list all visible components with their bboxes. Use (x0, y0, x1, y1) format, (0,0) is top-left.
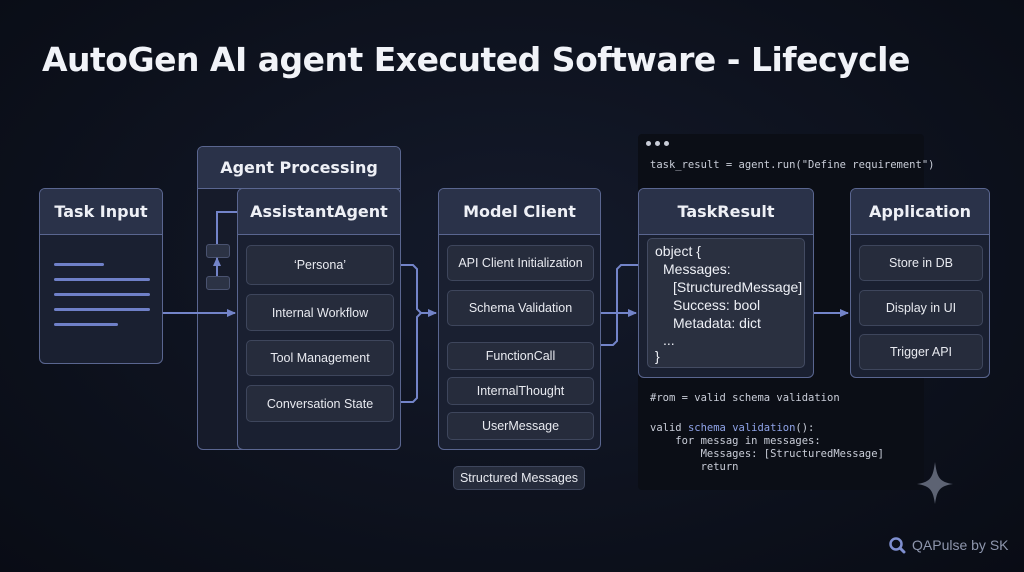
task-result-panel: TaskResult object { Messages: [Structure… (638, 188, 814, 378)
conversation-state-item: Conversation State (246, 385, 394, 422)
application-panel: Application Store in DB Display in UI Tr… (850, 188, 990, 378)
magnifier-logo-icon (889, 537, 906, 554)
code-def-name: schema validation (687, 422, 796, 434)
window-dot-icon (664, 141, 669, 146)
task-result-object: object { Messages: [StructuredMessage] S… (647, 238, 805, 368)
schema-validation-item: Schema Validation (447, 290, 594, 326)
code-messages-line: Messages: [StructuredMessage] (650, 448, 884, 460)
task-result-header: TaskResult (639, 189, 813, 235)
brand-watermark: QAPulse by SK (888, 536, 1009, 554)
code-def-prefix: valid (650, 422, 688, 434)
ellipsis-line: ... (663, 332, 675, 348)
trigger-api-item: Trigger API (859, 334, 983, 370)
document-lines-icon (54, 263, 152, 326)
internal-workflow-item: Internal Workflow (246, 294, 394, 331)
code-run-line: task_result = agent.run("Define requirem… (650, 159, 935, 171)
task-input-header: Task Input (40, 189, 162, 235)
code-return-line: return (650, 461, 739, 473)
application-header: Application (851, 189, 989, 235)
function-call-item: FunctionCall (447, 342, 594, 370)
api-client-initialization-item: API Client Initialization (447, 245, 594, 281)
page-title: AutoGen AI agent Executed Software - Lif… (42, 40, 910, 79)
bracket-agent-top (401, 264, 422, 314)
brand-label: QAPulse by SK (912, 537, 1009, 553)
agent-processing-header: Agent Processing (198, 147, 400, 189)
code-def-suffix: (): (795, 422, 815, 434)
code-for-line: for messag in messages: (650, 435, 821, 447)
model-client-panel: Model Client API Client Initialization S… (438, 188, 601, 450)
object-close-line: } (655, 348, 660, 364)
structured-message-line: [StructuredMessage] (673, 279, 803, 295)
window-dot-icon (646, 141, 651, 146)
user-message-item: UserMessage (447, 412, 594, 440)
code-comment-line: #rom = valid schema validation (650, 392, 840, 404)
persona-item: ‘Persona’ (246, 245, 394, 285)
window-dot-icon (655, 141, 660, 146)
assistant-agent-header: AssistantAgent (238, 189, 400, 235)
store-in-db-item: Store in DB (859, 245, 983, 281)
model-client-header: Model Client (439, 189, 600, 235)
window-dots (646, 141, 669, 146)
success-line: Success: bool (673, 297, 761, 313)
code-def-line: valid schema validation(): (650, 422, 814, 434)
tool-management-item: Tool Management (246, 340, 394, 376)
loop-node-icon (206, 244, 230, 258)
object-open-line: object { (655, 243, 701, 259)
task-input-panel: Task Input (39, 188, 163, 364)
messages-line: Messages: (663, 261, 731, 277)
internal-thought-item: InternalThought (447, 377, 594, 405)
bracket-model-to-result (601, 264, 638, 346)
bracket-agent-bottom (401, 312, 422, 403)
display-in-ui-item: Display in UI (859, 290, 983, 326)
metadata-line: Metadata: dict (673, 315, 761, 331)
loop-node-icon (206, 276, 230, 290)
structured-messages-caption: Structured Messages (453, 466, 585, 490)
assistant-agent-panel: AssistantAgent ‘Persona’ Internal Workfl… (237, 188, 401, 450)
